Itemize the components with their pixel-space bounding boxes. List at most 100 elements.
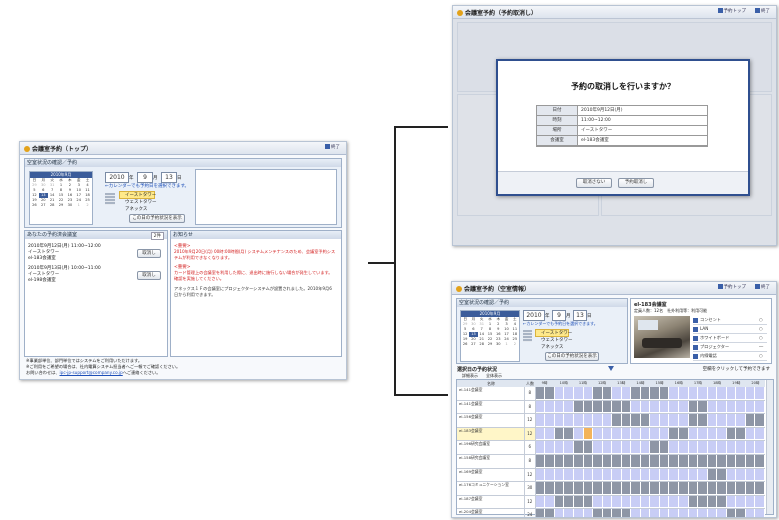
support-email-link[interactable]: ipc-jp-support@company.co.jp	[60, 370, 123, 375]
schedule-slot[interactable]	[631, 454, 641, 468]
schedule-slot[interactable]	[612, 441, 622, 454]
schedule-slot[interactable]	[535, 495, 546, 509]
schedule-slot[interactable]	[736, 495, 746, 509]
schedule-slot[interactable]	[621, 427, 632, 441]
schedule-slot[interactable]	[583, 509, 594, 517]
year-input[interactable]: 2010	[105, 172, 129, 183]
calendar-day[interactable]: 29	[486, 342, 494, 347]
schedule-slot[interactable]	[755, 495, 765, 509]
schedule-slot[interactable]	[659, 468, 670, 482]
schedule-slot[interactable]	[554, 427, 565, 441]
schedule-slot[interactable]	[631, 441, 641, 454]
calendar-day[interactable]: 26	[30, 203, 39, 208]
schedule-slot[interactable]	[593, 454, 603, 468]
mini-calendar[interactable]: 2010年9月 日月火水木金土 29 30 31 1 2 3 4 5 6 7 8 9 10 11 12 13 14…	[29, 171, 93, 225]
schedule-slot[interactable]	[545, 509, 555, 517]
schedule-grid[interactable]	[535, 400, 765, 414]
schedule-slot[interactable]	[745, 400, 756, 414]
schedule-slot[interactable]	[612, 454, 622, 468]
room-name-cell[interactable]: el-196研究会議室	[457, 441, 525, 454]
schedule-slot[interactable]	[736, 414, 746, 427]
schedule-slot[interactable]	[564, 482, 574, 495]
schedule-slot[interactable]	[631, 414, 641, 427]
schedule-slot[interactable]	[755, 468, 765, 482]
schedule-slot[interactable]	[707, 509, 718, 517]
schedule-slot[interactable]	[698, 482, 708, 495]
schedule-slot[interactable]	[573, 400, 584, 414]
schedule-slot[interactable]	[659, 400, 670, 414]
schedule-slot[interactable]	[755, 414, 765, 427]
room-name-cell[interactable]: el-156会議室	[457, 414, 525, 427]
schedule-slot[interactable]	[650, 495, 660, 509]
schedule-slot[interactable]	[659, 441, 670, 454]
schedule-slot[interactable]	[659, 482, 670, 495]
schedule-slot[interactable]	[688, 454, 699, 468]
schedule-slot[interactable]	[669, 495, 680, 509]
schedule-slot[interactable]	[573, 414, 584, 427]
schedule-slot[interactable]	[669, 454, 680, 468]
schedule-slot[interactable]	[707, 387, 718, 400]
schedule-slot[interactable]	[535, 400, 546, 414]
tower-label-3[interactable]: アネックス	[541, 344, 563, 350]
room-name-cell[interactable]: el-204会議室	[457, 509, 525, 517]
schedule-slot[interactable]	[726, 509, 737, 517]
schedule-slot[interactable]	[707, 414, 718, 427]
schedule-slot[interactable]	[669, 400, 680, 414]
show-reservations-button[interactable]: この日の予約状況を表示	[129, 214, 185, 223]
schedule-slot[interactable]	[659, 509, 670, 517]
schedule-slot[interactable]	[679, 482, 689, 495]
schedule-slot[interactable]	[602, 509, 613, 517]
calendar-day[interactable]: 2	[83, 203, 92, 208]
schedule-slot[interactable]	[659, 454, 670, 468]
schedule-slot[interactable]	[602, 414, 613, 427]
reservation-1-cancel-button[interactable]: 取消し	[137, 249, 161, 258]
tower-label-3[interactable]: アネックス	[125, 206, 147, 212]
schedule-slot[interactable]	[545, 414, 555, 427]
schedule-slot[interactable]	[535, 414, 546, 427]
schedule-slot[interactable]	[621, 482, 632, 495]
schedule-slot[interactable]	[698, 400, 708, 414]
schedule-slot[interactable]	[612, 414, 622, 427]
schedule-slot[interactable]	[564, 441, 574, 454]
schedule-slot[interactable]	[726, 414, 737, 427]
schedule-slot[interactable]	[621, 414, 632, 427]
schedule-slot[interactable]	[707, 441, 718, 454]
schedule-slot[interactable]	[745, 509, 756, 517]
schedule-slot[interactable]	[679, 400, 689, 414]
calendar-day[interactable]: 30	[494, 342, 502, 347]
calendar-grid[interactable]: 日月火水木金土 29 30 31 1 2 3 4 5 6 7 8 9 10 11 12 13 14 15 16 17 18…	[461, 317, 519, 347]
schedule-slot[interactable]	[583, 468, 594, 482]
schedule-slot[interactable]	[669, 509, 680, 517]
schedule-slot[interactable]	[564, 468, 574, 482]
schedule-slot[interactable]	[535, 387, 546, 400]
schedule-slot[interactable]	[650, 441, 660, 454]
schedule-slot[interactable]	[669, 427, 680, 441]
schedule-slot[interactable]	[535, 468, 546, 482]
schedule-slot[interactable]	[602, 495, 613, 509]
schedule-slot[interactable]	[602, 454, 613, 468]
schedule-slot[interactable]	[679, 414, 689, 427]
schedule-slot[interactable]	[631, 495, 641, 509]
schedule-slot[interactable]	[535, 482, 546, 495]
schedule-slot[interactable]	[545, 495, 555, 509]
schedule-slot[interactable]	[640, 482, 651, 495]
schedule-slot[interactable]	[583, 482, 594, 495]
schedule-slot[interactable]	[545, 400, 555, 414]
schedule-slot[interactable]	[679, 454, 689, 468]
schedule-slot[interactable]	[726, 441, 737, 454]
schedule-slot[interactable]	[535, 454, 546, 468]
schedule-slot[interactable]	[698, 387, 708, 400]
schedule-slot[interactable]	[717, 495, 727, 509]
reservation-2-cancel-button[interactable]: 取消し	[137, 271, 161, 280]
schedule-slot[interactable]	[631, 387, 641, 400]
schedule-slot[interactable]	[640, 387, 651, 400]
schedule-slot[interactable]	[583, 495, 594, 509]
schedule-slot[interactable]	[640, 454, 651, 468]
schedule-slot[interactable]	[717, 482, 727, 495]
schedule-slot[interactable]	[659, 387, 670, 400]
schedule-slot[interactable]	[736, 427, 746, 441]
schedule-slot[interactable]	[707, 468, 718, 482]
schedule-slot[interactable]	[573, 427, 584, 441]
schedule-slot[interactable]	[640, 400, 651, 414]
schedule-slot[interactable]	[755, 387, 765, 400]
